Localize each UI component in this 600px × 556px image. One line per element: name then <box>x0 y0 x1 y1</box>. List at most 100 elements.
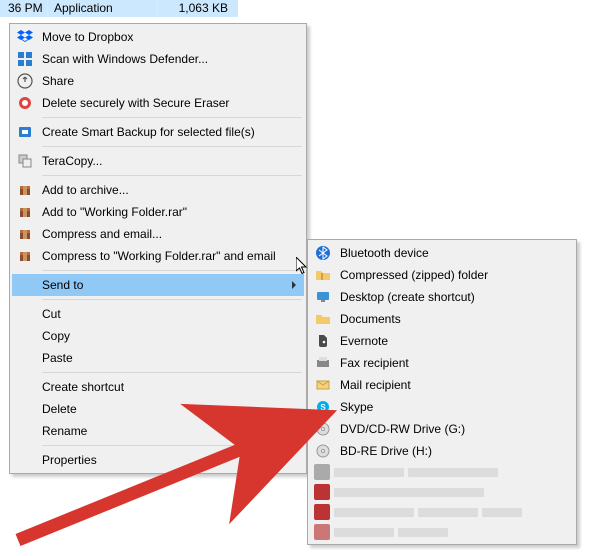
menu-scan-defender[interactable]: Scan with Windows Defender... <box>12 48 304 70</box>
menu-add-archive[interactable]: Add to archive... <box>12 179 304 201</box>
winrar-icon <box>16 247 34 265</box>
menu-add-working-rar[interactable]: Add to "Working Folder.rar" <box>12 201 304 223</box>
menu-label: Share <box>42 74 282 88</box>
share-icon <box>16 72 34 90</box>
menu-copy[interactable]: Copy <box>12 325 304 347</box>
menu-share[interactable]: Share <box>12 70 304 92</box>
menu-paste[interactable]: Paste <box>12 347 304 369</box>
menu-label: DVD/CD-RW Drive (G:) <box>340 422 552 436</box>
mouse-cursor-icon <box>296 257 312 280</box>
evernote-icon <box>314 332 332 350</box>
menu-move-to-dropbox[interactable]: Move to Dropbox <box>12 26 304 48</box>
skype-icon: S <box>314 398 332 416</box>
sendto-redacted-item[interactable] <box>310 502 574 522</box>
disc-drive-icon <box>314 442 332 460</box>
send-to-submenu: Bluetooth device Compressed (zipped) fol… <box>307 239 577 545</box>
sendto-evernote[interactable]: Evernote <box>310 330 574 352</box>
menu-create-shortcut[interactable]: Create shortcut <box>12 376 304 398</box>
sendto-redacted-item[interactable] <box>310 462 574 482</box>
sendto-bdre-drive[interactable]: BD-RE Drive (H:) <box>310 440 574 462</box>
menu-properties[interactable]: Properties <box>12 449 304 471</box>
menu-label: Rename <box>42 424 282 438</box>
sendto-compressed[interactable]: Compressed (zipped) folder <box>310 264 574 286</box>
secure-eraser-icon <box>16 94 34 112</box>
mail-icon <box>314 376 332 394</box>
sendto-desktop[interactable]: Desktop (create shortcut) <box>310 286 574 308</box>
menu-label: Cut <box>42 307 282 321</box>
menu-label: Scan with Windows Defender... <box>42 52 282 66</box>
winrar-icon <box>16 181 34 199</box>
blank-icon <box>16 276 34 294</box>
menu-label: Evernote <box>340 334 552 348</box>
menu-compress-working-email[interactable]: Compress to "Working Folder.rar" and ema… <box>12 245 304 267</box>
disc-drive-icon <box>314 420 332 438</box>
desktop-icon <box>314 288 332 306</box>
submenu-arrow-icon <box>292 281 296 289</box>
context-menu: Move to Dropbox Scan with Windows Defend… <box>9 23 307 474</box>
documents-icon <box>314 310 332 328</box>
menu-label: Delete <box>42 402 282 416</box>
menu-label: Compressed (zipped) folder <box>340 268 552 282</box>
menu-label: Paste <box>42 351 282 365</box>
file-list-row-selected[interactable]: 36 PM Application 1,063 KB <box>0 0 238 17</box>
sendto-dvd-drive[interactable]: DVD/CD-RW Drive (G:) <box>310 418 574 440</box>
menu-label: Create shortcut <box>42 380 282 394</box>
sendto-redacted-item[interactable] <box>310 522 574 542</box>
blank-icon <box>16 378 34 396</box>
bluetooth-icon <box>314 244 332 262</box>
menu-label: Mail recipient <box>340 378 552 392</box>
zip-folder-icon <box>314 266 332 284</box>
cell-type: Application <box>48 0 158 17</box>
backup-icon <box>16 123 34 141</box>
sendto-documents[interactable]: Documents <box>310 308 574 330</box>
blank-icon <box>16 422 34 440</box>
blank-icon <box>16 305 34 323</box>
menu-delete-secure[interactable]: Delete securely with Secure Eraser <box>12 92 304 114</box>
menu-label: Compress and email... <box>42 227 282 241</box>
menu-label: Desktop (create shortcut) <box>340 290 552 304</box>
sendto-mail[interactable]: Mail recipient <box>310 374 574 396</box>
menu-label: Compress to "Working Folder.rar" and ema… <box>42 249 282 263</box>
cell-time: 36 PM <box>2 0 48 17</box>
menu-smart-backup[interactable]: Create Smart Backup for selected file(s) <box>12 121 304 143</box>
menu-label: Skype <box>340 400 552 414</box>
menu-label: Properties <box>42 453 282 467</box>
separator <box>42 445 302 446</box>
dropbox-icon <box>16 28 34 46</box>
menu-send-to[interactable]: Send to <box>12 274 304 296</box>
sendto-fax[interactable]: Fax recipient <box>310 352 574 374</box>
blank-icon <box>16 327 34 345</box>
cell-size: 1,063 KB <box>158 0 234 17</box>
menu-label: Copy <box>42 329 282 343</box>
menu-label: Delete securely with Secure Eraser <box>42 96 282 110</box>
menu-rename[interactable]: Rename <box>12 420 304 442</box>
menu-compress-email[interactable]: Compress and email... <box>12 223 304 245</box>
teracopy-icon <box>16 152 34 170</box>
sendto-skype[interactable]: S Skype <box>310 396 574 418</box>
menu-cut[interactable]: Cut <box>12 303 304 325</box>
menu-label: Documents <box>340 312 552 326</box>
separator <box>42 117 302 118</box>
menu-delete[interactable]: Delete <box>12 398 304 420</box>
separator <box>42 146 302 147</box>
menu-teracopy[interactable]: TeraCopy... <box>12 150 304 172</box>
separator <box>42 270 302 271</box>
sendto-redacted-item[interactable] <box>310 482 574 502</box>
menu-label: Fax recipient <box>340 356 552 370</box>
separator <box>42 175 302 176</box>
menu-label: TeraCopy... <box>42 154 282 168</box>
winrar-icon <box>16 203 34 221</box>
separator <box>42 299 302 300</box>
defender-icon <box>16 50 34 68</box>
menu-label: Bluetooth device <box>340 246 552 260</box>
sendto-bluetooth[interactable]: Bluetooth device <box>310 242 574 264</box>
menu-label: Add to archive... <box>42 183 282 197</box>
winrar-icon <box>16 225 34 243</box>
fax-icon <box>314 354 332 372</box>
blank-icon <box>16 400 34 418</box>
separator <box>42 372 302 373</box>
menu-label: Send to <box>42 278 282 292</box>
menu-label: BD-RE Drive (H:) <box>340 444 552 458</box>
menu-label: Move to Dropbox <box>42 30 282 44</box>
menu-label: Create Smart Backup for selected file(s) <box>42 125 282 139</box>
